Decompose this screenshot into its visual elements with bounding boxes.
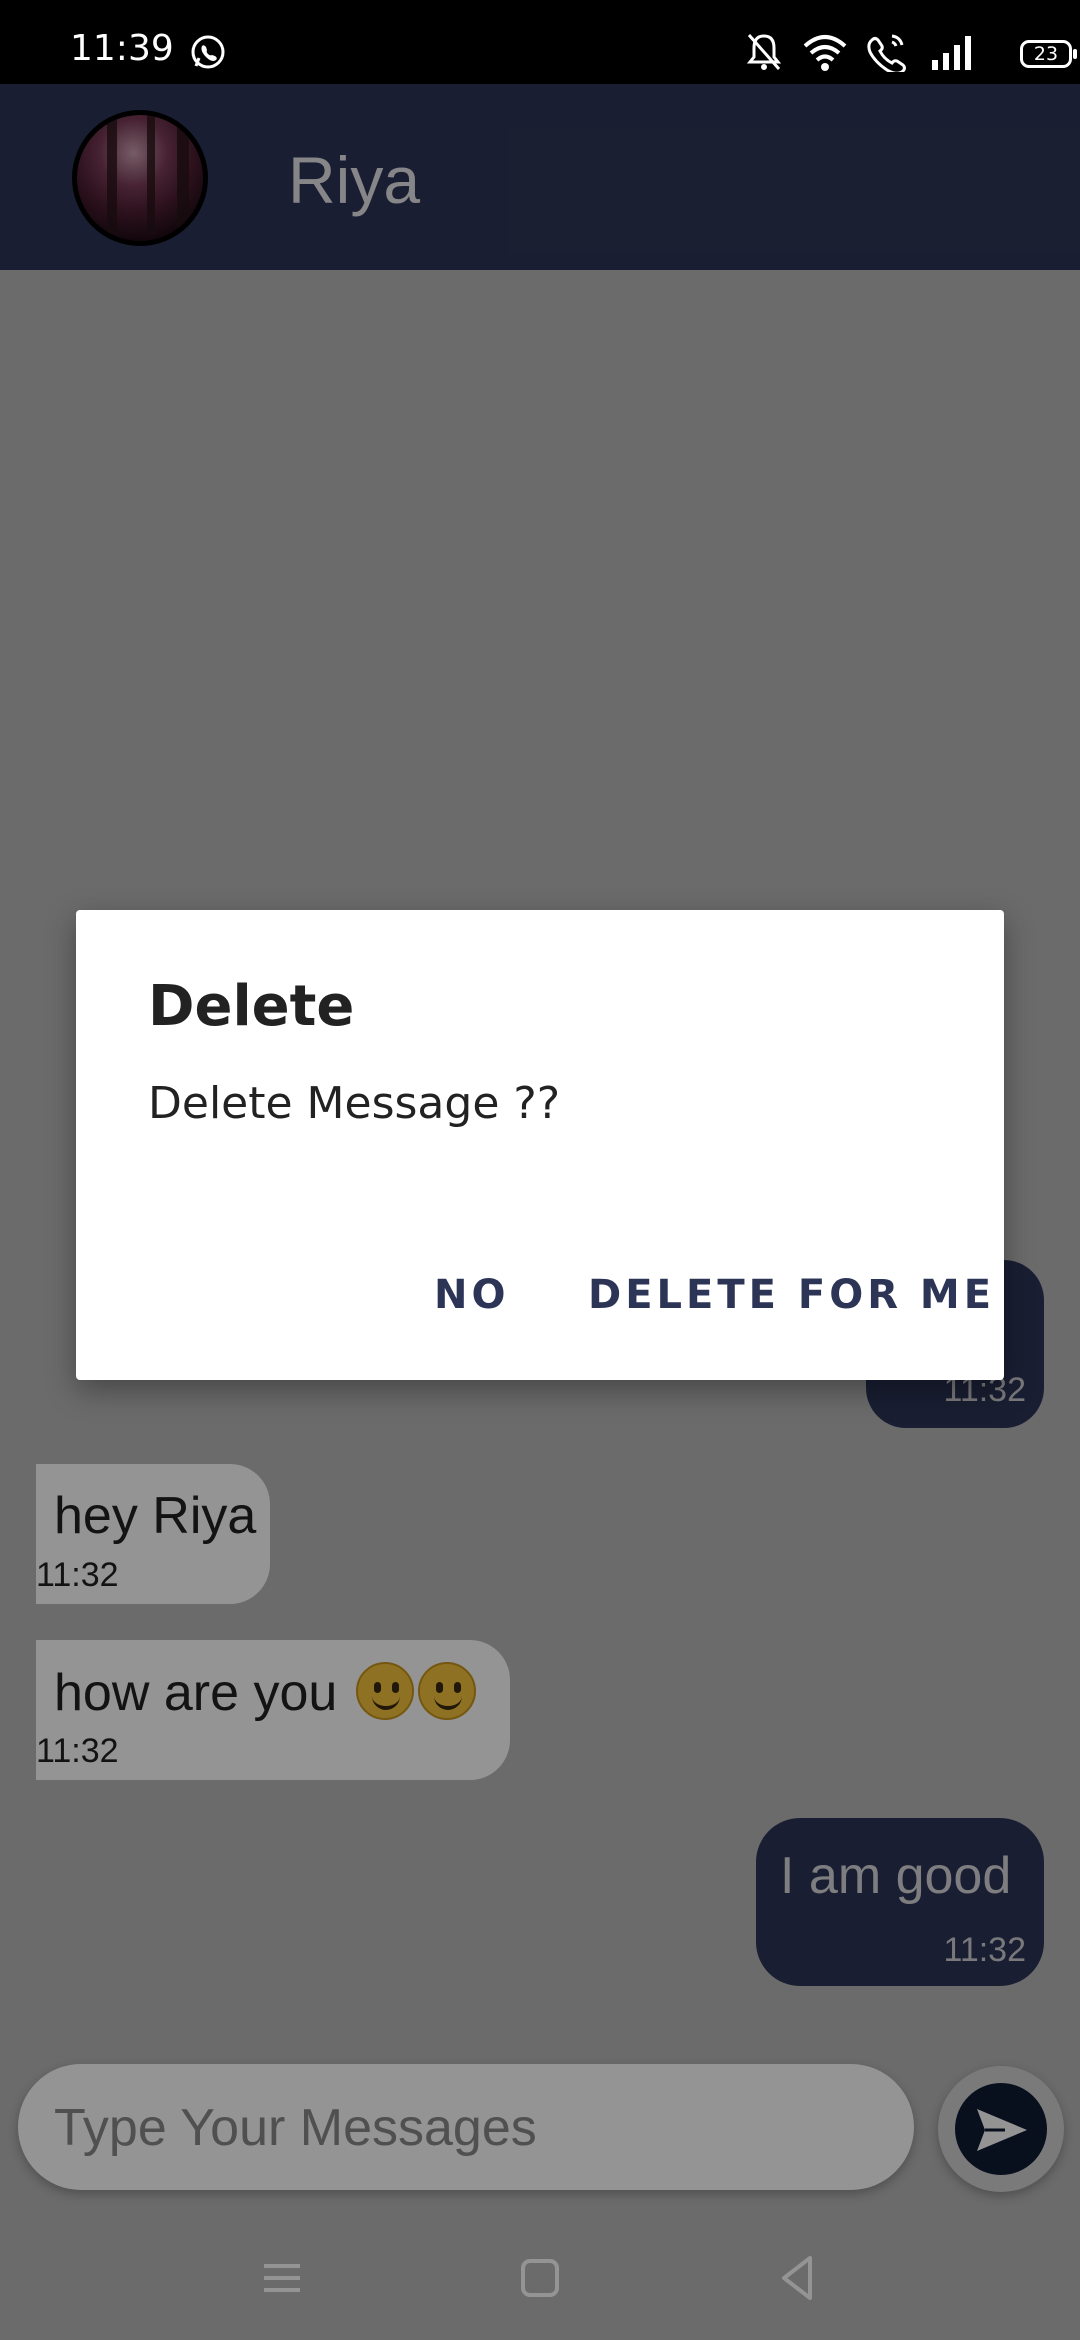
wifi-call-icon <box>867 34 906 72</box>
delete-dialog: Delete Delete Message ?? NO DELETE FOR M… <box>76 910 1004 1380</box>
bell-muted-icon <box>746 34 782 70</box>
status-time: 11:39 <box>70 28 174 69</box>
whatsapp-icon <box>191 35 225 69</box>
wifi-icon <box>803 35 847 71</box>
status-icons: 23 <box>720 28 1080 78</box>
dialog-title: Delete <box>148 974 355 1039</box>
no-button[interactable]: NO <box>434 1272 509 1318</box>
signal-icon <box>932 36 971 70</box>
battery-icon: 23 <box>1020 40 1077 68</box>
status-bar: 11:39 23 <box>0 0 1080 84</box>
delete-for-me-button[interactable]: DELETE FOR ME <box>588 1272 995 1318</box>
dialog-message: Delete Message ?? <box>148 1078 561 1129</box>
